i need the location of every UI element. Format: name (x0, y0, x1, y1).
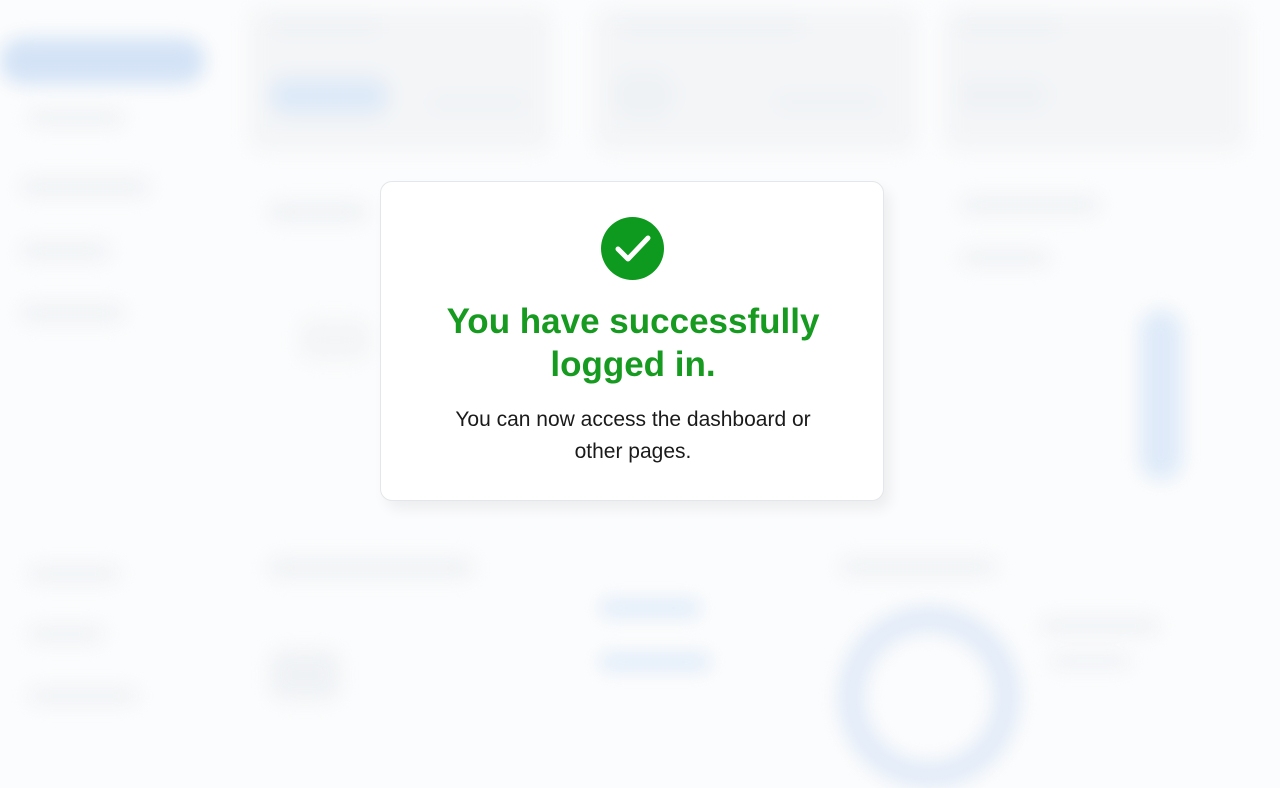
sidebar-item (28, 566, 120, 582)
sidebar-item (20, 242, 110, 260)
card-pill (270, 78, 388, 114)
scroll-indicator (1140, 310, 1182, 480)
section-heading (268, 202, 368, 222)
donut-chart (838, 606, 1020, 788)
sidebar-item (28, 688, 138, 704)
check-circle-icon (601, 217, 664, 280)
list-item-dot (600, 600, 700, 616)
list-item-dot (600, 654, 710, 670)
card-heading (620, 16, 804, 34)
card-heading (272, 16, 380, 34)
card-circle (612, 70, 676, 120)
success-title: You have successfully logged in. (446, 302, 820, 384)
login-success-modal: You have successfully logged in. You can… (380, 181, 884, 501)
card-text (776, 94, 880, 110)
list-item-text (1040, 618, 1160, 634)
success-message: You can now access the dashboard or othe… (455, 408, 811, 463)
section-heading (840, 558, 996, 576)
sidebar-item (28, 110, 124, 126)
sidebar-item (20, 178, 150, 196)
section-text (960, 250, 1050, 266)
card-heading (960, 16, 1060, 34)
section-heading (268, 558, 474, 578)
card-pill (958, 80, 1048, 110)
sidebar-active-item (0, 38, 205, 84)
list-item-text (1050, 654, 1130, 668)
section-heading (960, 196, 1100, 214)
section-text (300, 320, 370, 360)
sidebar-item (20, 304, 124, 322)
sidebar-item (28, 626, 104, 642)
card-text (430, 96, 526, 110)
chart-placeholder (270, 650, 340, 700)
